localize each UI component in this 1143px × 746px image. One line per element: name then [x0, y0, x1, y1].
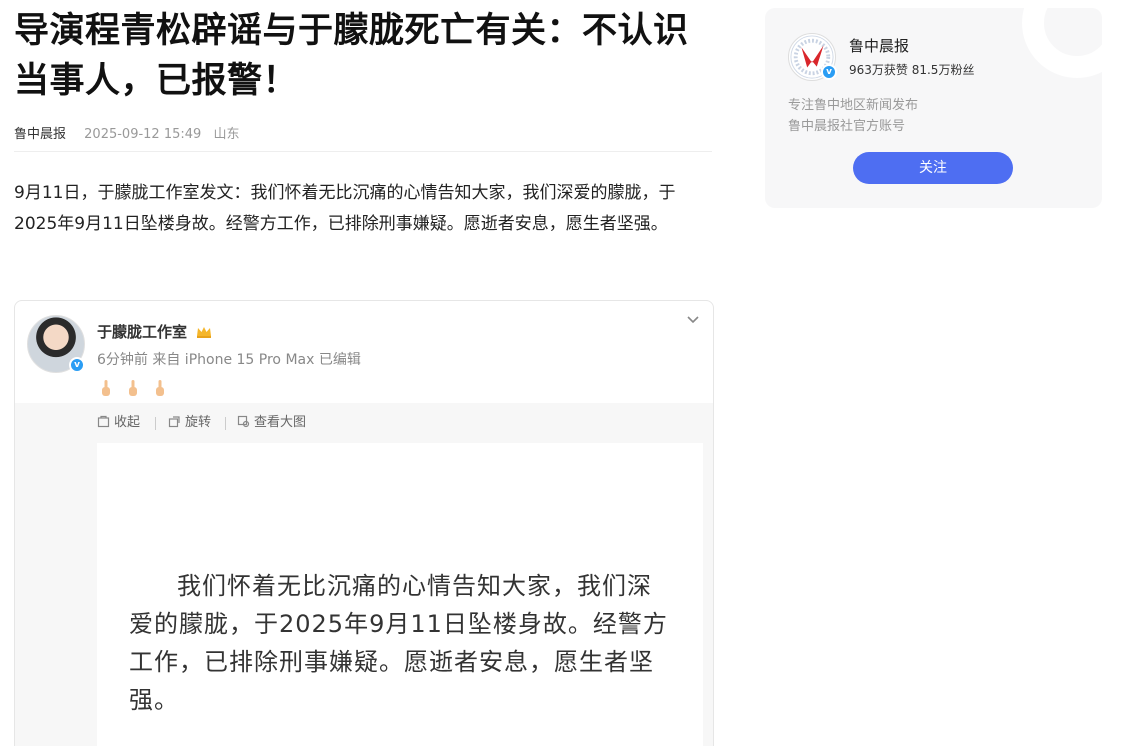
view-large-icon [237, 415, 250, 428]
follow-button[interactable]: 关注 [853, 152, 1013, 184]
verified-badge-icon: v [69, 357, 85, 373]
collapse-label: 收起 [114, 415, 141, 430]
hand-icon [156, 380, 165, 396]
weibo-post-card: v 于朦胧工作室 6分钟前 来自 iPhone 15 Pro Max 已编辑 收… [14, 300, 714, 746]
rotate-button[interactable]: 旋转 [168, 415, 211, 431]
collapse-icon [97, 415, 110, 428]
article-date: 2025-09-12 15:49 [84, 127, 202, 142]
account-name[interactable]: 鲁中晨报 [849, 35, 909, 56]
article-source[interactable]: 鲁中晨报 [14, 127, 66, 142]
image-toolbar: 收起 旋转 查看大图 [15, 403, 713, 443]
collapse-button[interactable]: 收起 [97, 415, 140, 431]
toolbar-divider [225, 417, 226, 430]
rotate-icon [168, 416, 180, 428]
view-large-label: 查看大图 [254, 415, 307, 430]
hand-icon [102, 380, 110, 396]
account-stats: 963万获赞 81.5万粉丝 [849, 63, 975, 77]
account-description: 专注鲁中地区新闻发布 鲁中晨报社官方账号 [788, 95, 918, 137]
author-card: v 鲁中晨报 963万获赞 81.5万粉丝 专注鲁中地区新闻发布 鲁中晨报社官方… [765, 8, 1102, 208]
poster-name[interactable]: 于朦胧工作室 [97, 321, 212, 342]
crown-icon [197, 327, 212, 338]
post-image-text: 我们怀着无比沉痛的心情告知大家，我们深爱的朦胧，于2025年9月11日坠楼身故。… [129, 572, 668, 714]
article-meta: 鲁中晨报 2025-09-12 15:49 山东 [14, 118, 712, 152]
hand-icon [129, 380, 138, 396]
article-title-line2: 当事人，已报警！ [14, 61, 299, 101]
post-image-area: 我们怀着无比沉痛的心情告知大家，我们深爱的朦胧，于2025年9月11日坠楼身故。… [15, 443, 713, 746]
verified-badge-icon: v [821, 64, 837, 80]
rotate-label: 旋转 [185, 415, 212, 430]
view-large-button[interactable]: 查看大图 [237, 415, 306, 431]
chevron-down-icon[interactable] [685, 311, 701, 327]
decorative-circle [1022, 8, 1102, 78]
article-title: 导演程青松辟谣与于朦胧死亡有关：不认识 当事人，已报警！ [14, 6, 714, 106]
article-title-line1: 导演程青松辟谣与于朦胧死亡有关：不认识 [14, 11, 689, 51]
article-column: 导演程青松辟谣与于朦胧死亡有关：不认识 当事人，已报警！ 鲁中晨报 2025-0… [14, 0, 714, 240]
article-location: 山东 [213, 127, 240, 142]
account-desc-line1: 专注鲁中地区新闻发布 [788, 98, 919, 113]
toolbar-divider [155, 417, 156, 430]
emoji-row [101, 379, 177, 401]
account-desc-line2: 鲁中晨报社官方账号 [788, 119, 906, 134]
post-meta: 6分钟前 来自 iPhone 15 Pro Max 已编辑 [97, 352, 361, 368]
post-image[interactable]: 我们怀着无比沉痛的心情告知大家，我们深爱的朦胧，于2025年9月11日坠楼身故。… [97, 443, 703, 746]
article-body: 9月11日，于朦胧工作室发文：我们怀着无比沉痛的心情告知大家，我们深爱的朦胧，于… [14, 183, 676, 234]
poster-name-label: 于朦胧工作室 [97, 323, 188, 341]
